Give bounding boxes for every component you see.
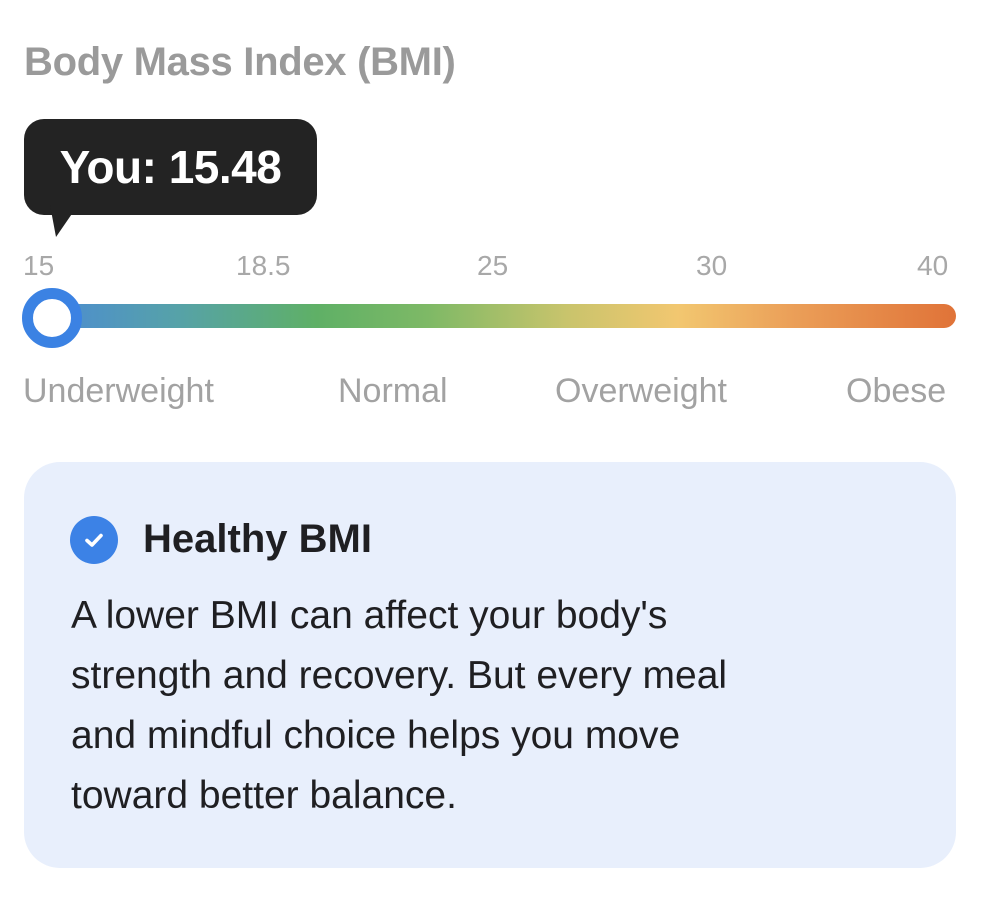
tooltip-pointer — [50, 205, 78, 237]
category-obese: Obese — [846, 372, 947, 410]
card-body-line: and mindful choice helps you move — [71, 714, 681, 757]
bmi-value-tooltip: You: 15.48 — [24, 119, 317, 215]
scale-tick-15: 15 — [23, 250, 55, 281]
card-body-line: A lower BMI can affect your body's — [71, 594, 668, 637]
bmi-value-text: You: 15.48 — [59, 141, 282, 193]
category-underweight: Underweight — [23, 372, 214, 410]
category-overweight: Overweight — [555, 372, 727, 410]
page-title: Body Mass Index (BMI) — [24, 40, 456, 84]
scale-tick-30: 30 — [696, 250, 728, 281]
card-body-line: toward better balance. — [71, 774, 457, 817]
scale-tick-25: 25 — [477, 250, 509, 281]
card-body-line: strength and recovery. But every meal — [71, 654, 728, 697]
card-heading: Healthy BMI — [143, 517, 372, 561]
bmi-gradient-track[interactable] — [30, 304, 956, 328]
check-circle-icon — [70, 516, 118, 564]
scale-tick-40: 40 — [917, 250, 949, 281]
scale-tick-18-5: 18.5 — [236, 250, 291, 281]
bmi-slider-thumb[interactable] — [22, 288, 82, 348]
card-body-text: A lower BMI can affect your body's stren… — [71, 586, 891, 826]
checkmark-icon — [85, 533, 103, 547]
category-normal: Normal — [338, 372, 448, 410]
